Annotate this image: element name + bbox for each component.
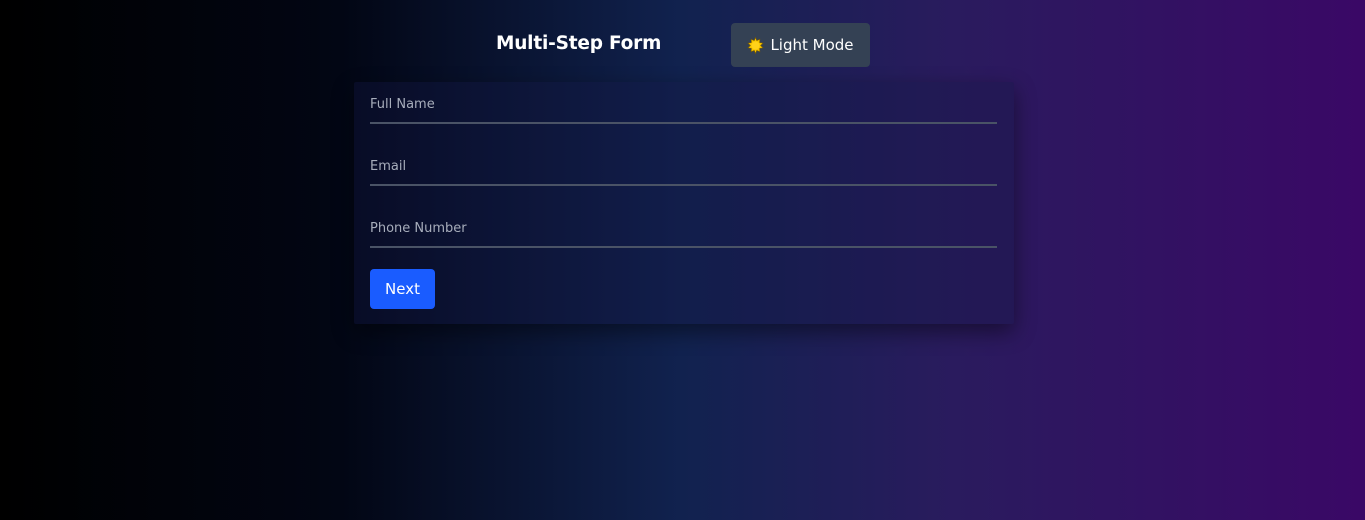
email-field-wrapper	[370, 144, 997, 186]
phone-number-field-wrapper	[370, 206, 997, 248]
light-mode-toggle-button[interactable]: Light Mode	[731, 23, 870, 67]
sun-icon	[747, 36, 765, 54]
form-card: Next	[354, 82, 1014, 324]
full-name-input[interactable]	[370, 82, 997, 122]
light-mode-label: Light Mode	[770, 36, 854, 54]
header: Multi-Step Form Light Mode	[0, 0, 1365, 90]
full-name-field-wrapper	[370, 82, 997, 124]
email-input[interactable]	[370, 144, 997, 184]
page-title: Multi-Step Form	[496, 33, 662, 54]
phone-number-input[interactable]	[370, 206, 997, 246]
next-button[interactable]: Next	[370, 269, 435, 309]
